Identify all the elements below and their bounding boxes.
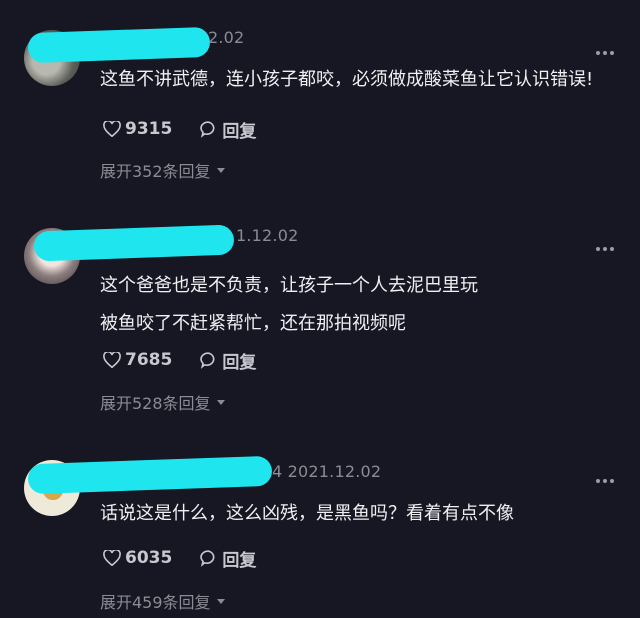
like-button[interactable]: 9315 — [103, 119, 172, 139]
comment-date: 1.12.02 — [236, 226, 299, 245]
like-count: 7685 — [125, 350, 173, 370]
reply-label: 回复 — [222, 352, 257, 373]
chevron-down-icon — [216, 167, 225, 173]
reply-button[interactable]: 回复 — [200, 348, 256, 373]
like-count: 9315 — [125, 119, 173, 139]
more-options-icon[interactable] — [596, 48, 618, 58]
comment-bubble-icon — [200, 352, 215, 369]
chevron-down-icon — [216, 598, 225, 604]
comment-text: 被鱼咬了不赶紧帮忙，还在那拍视频呢 — [100, 313, 406, 334]
comment-date: 4 2021.12.02 — [272, 462, 382, 481]
more-options-icon[interactable] — [596, 476, 618, 486]
expand-replies-link[interactable]: 展开528条回复 — [100, 390, 225, 414]
reply-button[interactable]: 回复 — [200, 546, 256, 571]
redacted-username — [27, 26, 211, 64]
expand-replies-label: 展开352条回复 — [100, 162, 211, 181]
like-count: 6035 — [125, 548, 173, 568]
redacted-username — [33, 224, 235, 262]
comment-actions: 9315 回复 — [103, 117, 284, 142]
like-button[interactable]: 7685 — [103, 350, 172, 370]
comment-date: 2.02 — [208, 28, 245, 47]
expand-replies-label: 展开528条回复 — [100, 394, 211, 413]
comment-text: 话说这是什么，这么凶残，是黑鱼吗？看着有点不像 — [100, 503, 514, 524]
expand-replies-link[interactable]: 展开459条回复 — [100, 589, 225, 613]
like-button[interactable]: 6035 — [103, 548, 172, 568]
comment-actions: 7685 回复 — [103, 348, 284, 373]
expand-replies-link[interactable]: 展开352条回复 — [100, 158, 225, 182]
expand-replies-label: 展开459条回复 — [100, 593, 211, 612]
reply-label: 回复 — [222, 121, 257, 142]
comment-bubble-icon — [200, 550, 215, 567]
comment-text: 这个爸爸也是不负责，让孩子一个人去泥巴里玩 — [100, 275, 478, 296]
heart-icon — [103, 352, 121, 368]
more-options-icon[interactable] — [596, 244, 618, 254]
comment-text: 这鱼不讲武德，连小孩子都咬，必须做成酸菜鱼让它认识错误! — [100, 69, 594, 90]
heart-icon — [103, 550, 121, 566]
redacted-username — [27, 455, 273, 495]
reply-button[interactable]: 回复 — [200, 117, 256, 142]
comment-bubble-icon — [200, 121, 215, 138]
comment-actions: 6035 回复 — [103, 546, 284, 571]
reply-label: 回复 — [222, 550, 257, 571]
heart-icon — [103, 121, 121, 137]
chevron-down-icon — [216, 399, 225, 405]
